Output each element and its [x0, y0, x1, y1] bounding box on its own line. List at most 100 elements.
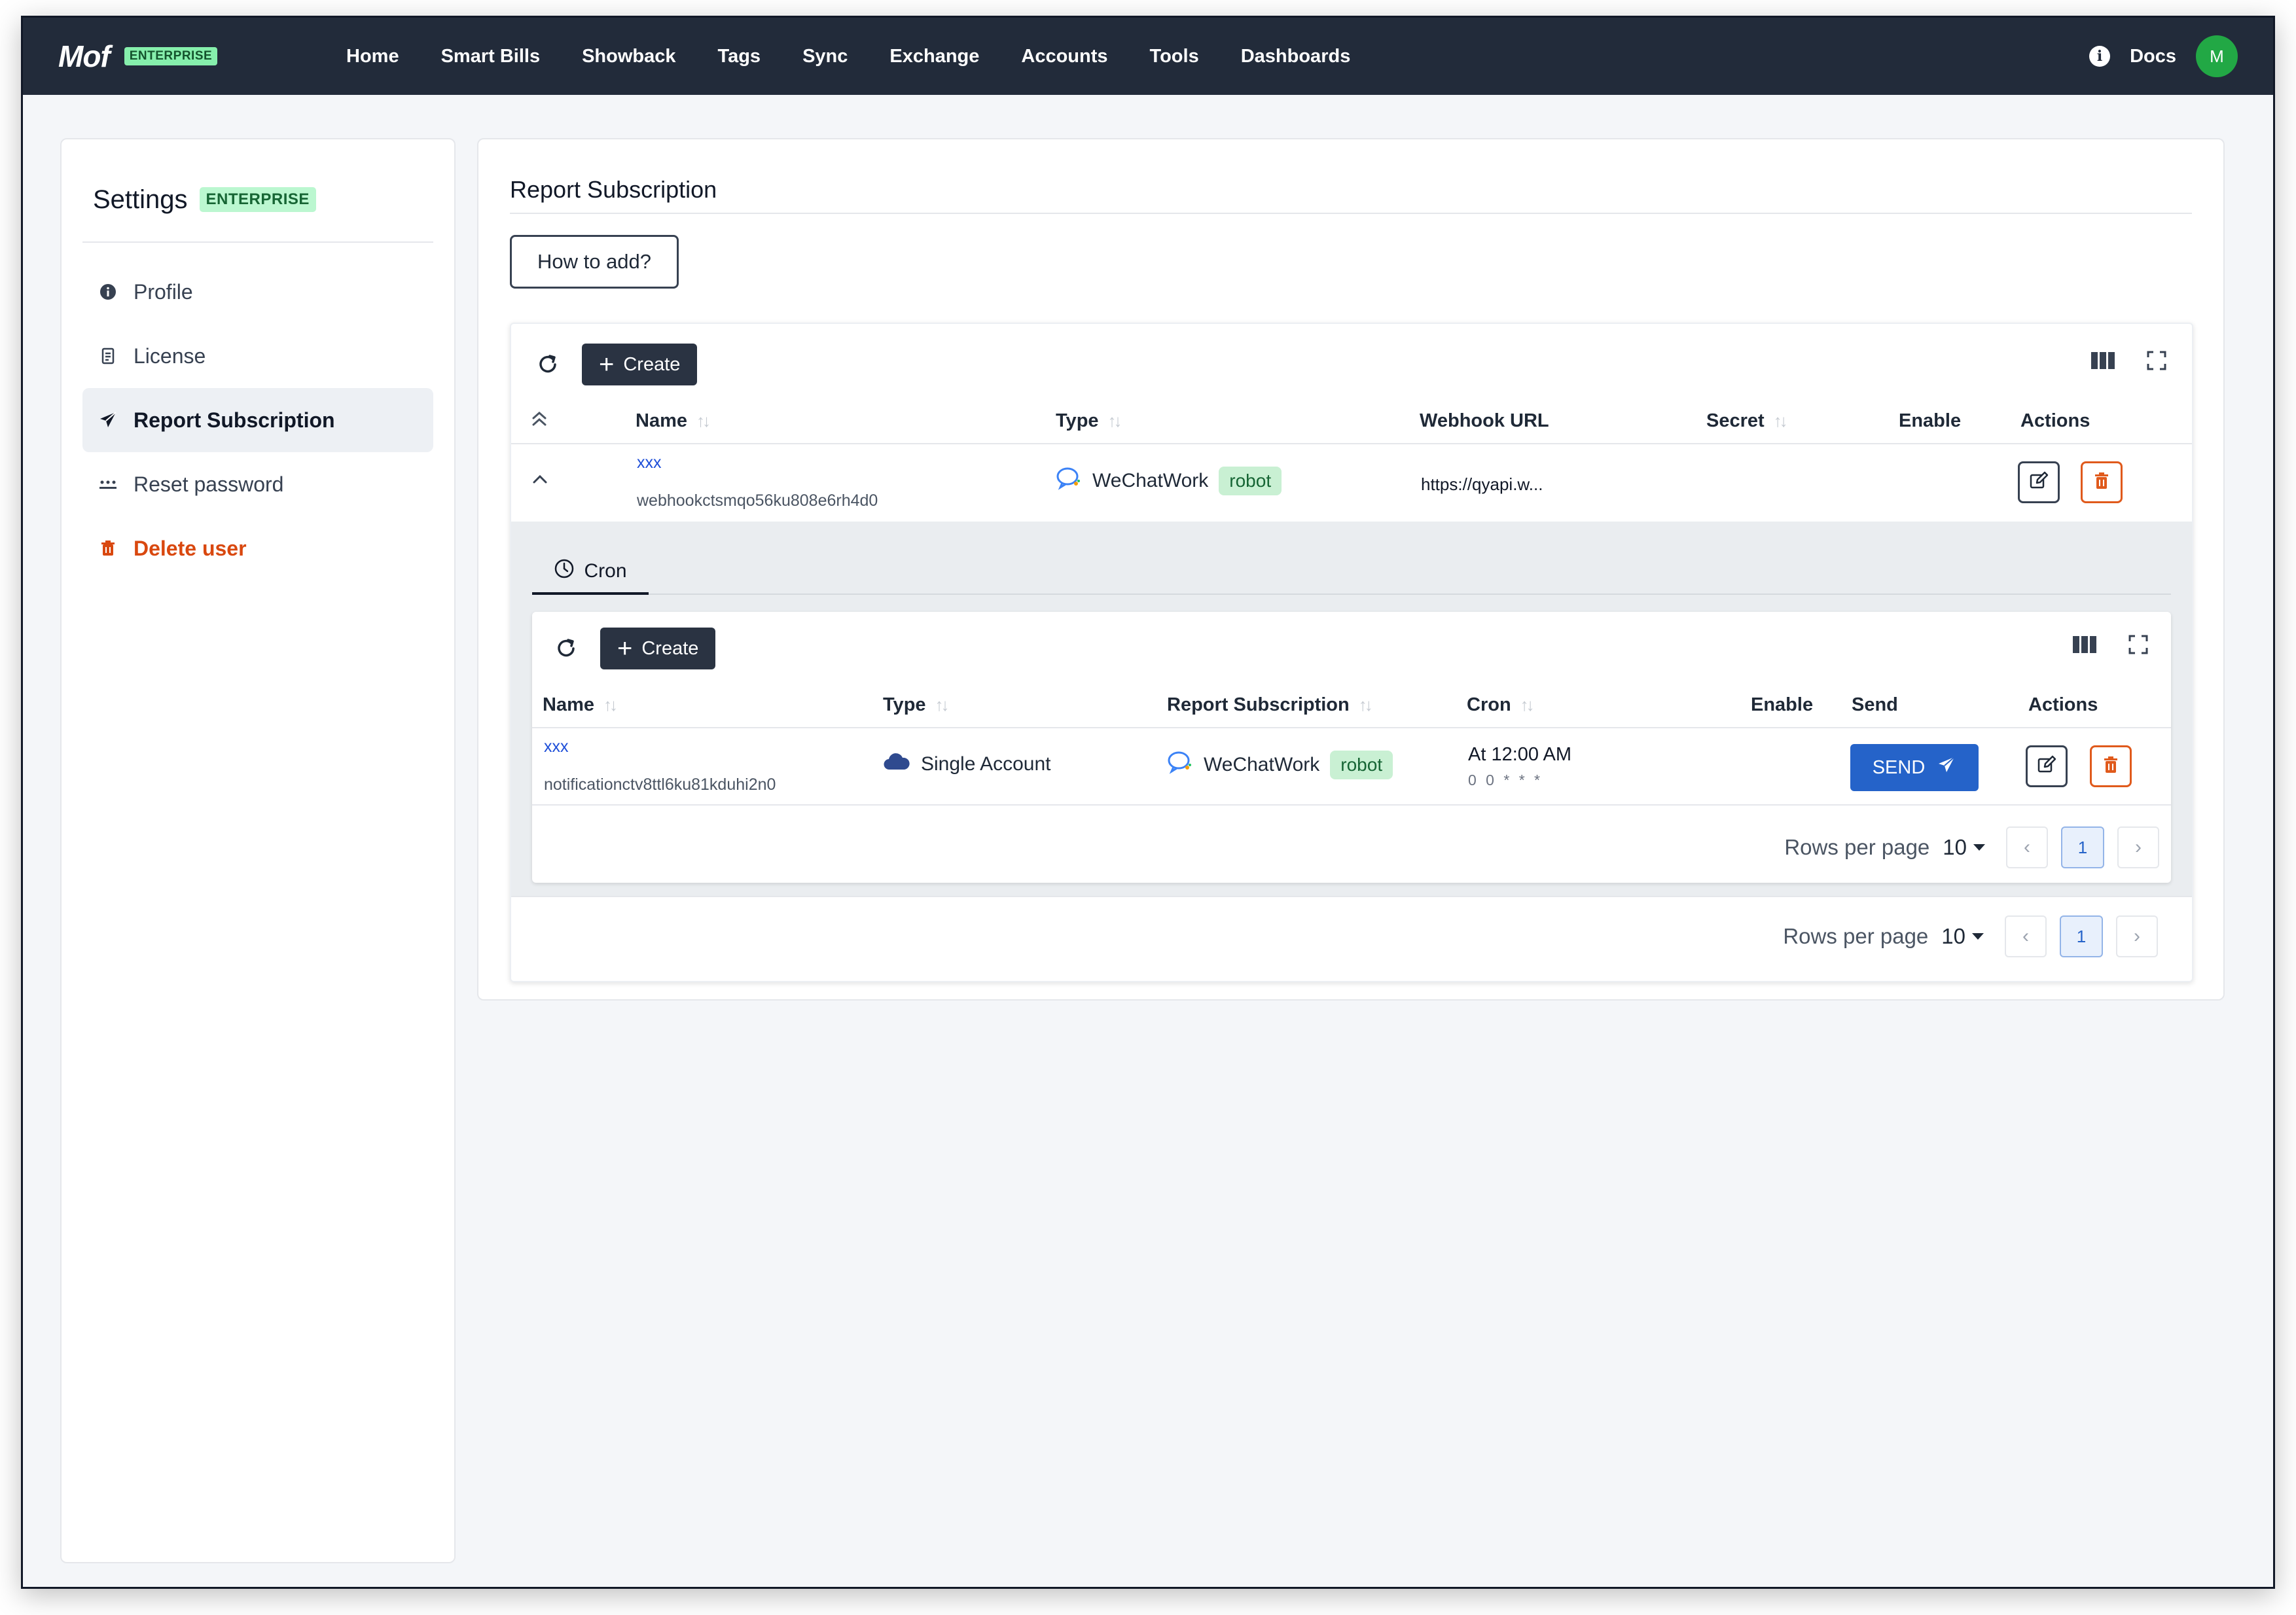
brand-logo[interactable]: Mof: [58, 39, 111, 74]
rows-per-page-select[interactable]: 10: [1941, 924, 1984, 949]
rows-per-page-label: Rows per page: [1784, 835, 1930, 859]
sidebar-item-reset-password[interactable]: Reset password: [82, 452, 433, 516]
column-label: Type: [883, 694, 926, 715]
webhook-url: https://qyapi.w...: [1421, 474, 1543, 494]
nav-dashboards[interactable]: Dashboards: [1241, 46, 1351, 67]
page-number-button[interactable]: 1: [2061, 826, 2104, 868]
refresh-icon[interactable]: [533, 350, 562, 379]
chevron-right-icon: ›: [2134, 925, 2140, 947]
edit-icon: [2036, 754, 2057, 779]
create-button[interactable]: + Create: [582, 344, 698, 385]
collapse-all-icon[interactable]: [529, 408, 549, 430]
column-label: Cron: [1467, 694, 1511, 715]
column-label: Name: [543, 694, 594, 715]
delete-button[interactable]: [2090, 745, 2132, 787]
sidebar-item-profile[interactable]: Profile: [82, 260, 433, 324]
trash-icon: [98, 539, 118, 558]
column-enable: Enable: [1899, 410, 1961, 432]
column-enable: Enable: [1751, 694, 1813, 716]
send-icon: [1937, 755, 1956, 780]
report-subscription-cell: WeChatWork robot: [1167, 751, 1393, 779]
send-label: SEND: [1872, 756, 1926, 778]
caret-down-icon: [1973, 844, 1985, 851]
nav-tags[interactable]: Tags: [718, 46, 761, 67]
robot-tag: robot: [1219, 467, 1282, 495]
cron-name-link[interactable]: xxx: [544, 737, 569, 756]
sidebar-item-report-subscription[interactable]: Report Subscription: [82, 388, 433, 452]
column-report-subscription[interactable]: Report Subscription ↑↓: [1167, 694, 1373, 716]
column-label: Send: [1852, 694, 1898, 715]
column-secret[interactable]: Secret ↑↓: [1706, 410, 1788, 432]
nav-showback[interactable]: Showback: [582, 46, 675, 67]
docs-link[interactable]: Docs: [2130, 46, 2176, 67]
column-type[interactable]: Type ↑↓: [1056, 410, 1122, 432]
info-icon[interactable]: i: [2089, 46, 2111, 67]
sidebar-item-delete-user[interactable]: Delete user: [82, 516, 433, 580]
column-actions: Actions: [2020, 410, 2090, 432]
sort-icon: ↑↓: [1773, 411, 1788, 431]
subscription-name-link[interactable]: xxx: [637, 453, 662, 472]
plus-icon: +: [599, 350, 615, 379]
type-label: WeChatWork: [1092, 470, 1209, 491]
settings-sidebar: Settings ENTERPRISE Profile License Repo…: [60, 138, 456, 1563]
edit-button[interactable]: [2026, 745, 2068, 787]
columns-icon[interactable]: [2072, 631, 2098, 658]
page-title: Report Subscription: [510, 176, 717, 203]
refresh-icon[interactable]: [552, 634, 581, 663]
table-toolbar: + Create: [533, 344, 698, 385]
nav-smart-bills[interactable]: Smart Bills: [441, 46, 541, 67]
send-icon: [98, 410, 118, 430]
sidebar-header: Settings ENTERPRISE: [62, 139, 454, 224]
page-number-button[interactable]: 1: [2060, 915, 2103, 957]
sidebar-item-label: Profile: [134, 279, 193, 304]
delete-button[interactable]: [2081, 461, 2123, 503]
next-page-button[interactable]: ›: [2116, 915, 2158, 957]
enterprise-badge: ENTERPRISE: [124, 47, 218, 65]
nav-sync[interactable]: Sync: [802, 46, 848, 67]
column-name[interactable]: Name ↑↓: [543, 694, 618, 716]
sort-icon: ↑↓: [603, 695, 618, 715]
trash-icon: [2092, 471, 2111, 494]
brand[interactable]: Mof ENTERPRISE: [58, 39, 346, 74]
edit-button[interactable]: [2018, 461, 2060, 503]
columns-icon[interactable]: [2090, 347, 2116, 374]
fullscreen-icon[interactable]: [2125, 631, 2151, 658]
nav-menu: Home Smart Bills Showback Tags Sync Exch…: [346, 46, 2089, 67]
nav-home[interactable]: Home: [346, 46, 399, 67]
table-row: xxx notificationctv8ttl6ku81kduhi2n0 Sin…: [532, 728, 2171, 806]
column-cron[interactable]: Cron ↑↓: [1467, 694, 1535, 716]
next-page-button[interactable]: ›: [2117, 826, 2159, 868]
rows-per-page-select[interactable]: 10: [1943, 835, 1985, 860]
table-header: Name ↑↓ Type ↑↓ Webhook URL Secret ↑↓ Enabl…: [511, 396, 2192, 444]
sidebar-item-license[interactable]: License: [82, 324, 433, 388]
chevron-up-icon[interactable]: [531, 472, 549, 489]
nav-right: i Docs M: [2089, 35, 2238, 77]
sidebar-menu: Profile License Report Subscription Rese…: [62, 243, 454, 580]
clock-icon: [554, 558, 575, 584]
send-button[interactable]: SEND: [1850, 744, 1979, 791]
type-cell: WeChatWork robot: [1056, 467, 1282, 495]
nav-exchange[interactable]: Exchange: [889, 46, 979, 67]
rows-per-page-label: Rows per page: [1783, 924, 1929, 948]
rows-per-page-value: 10: [1943, 835, 1967, 859]
prev-page-button[interactable]: ‹: [2006, 826, 2048, 868]
cron-pagination: Rows per page 10 ‹ 1 ›: [1784, 826, 2159, 868]
column-type[interactable]: Type ↑↓: [883, 694, 950, 716]
column-send: Send: [1852, 694, 1898, 716]
fullscreen-icon[interactable]: [2144, 347, 2170, 374]
prev-page-button[interactable]: ‹: [2005, 915, 2047, 957]
sort-icon: ↑↓: [1107, 411, 1122, 431]
caret-down-icon: [1972, 933, 1984, 940]
how-to-add-button[interactable]: How to add?: [510, 235, 679, 289]
rows-per-page-value: 10: [1941, 924, 1965, 948]
nav-accounts[interactable]: Accounts: [1021, 46, 1107, 67]
sort-icon: ↑↓: [696, 411, 711, 431]
column-name[interactable]: Name ↑↓: [636, 410, 711, 432]
tab-cron[interactable]: Cron: [532, 550, 649, 595]
chevron-left-icon: ‹: [2024, 836, 2030, 858]
edit-icon: [2028, 470, 2049, 495]
nav-tools[interactable]: Tools: [1150, 46, 1199, 67]
sort-icon: ↑↓: [935, 695, 950, 715]
avatar[interactable]: M: [2196, 35, 2238, 77]
create-cron-button[interactable]: + Create: [600, 628, 716, 669]
